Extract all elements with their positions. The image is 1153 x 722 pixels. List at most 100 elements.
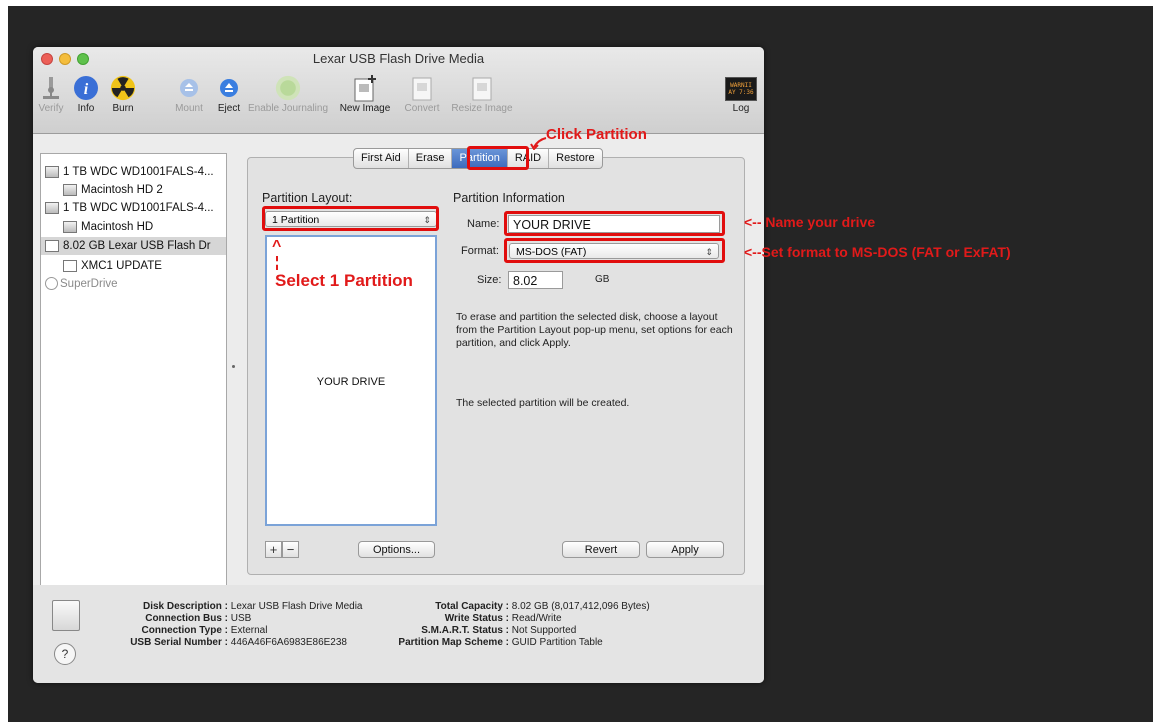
usb-drive-icon bbox=[45, 240, 59, 252]
mount-icon bbox=[176, 75, 202, 101]
sidebar-item-label: 8.02 GB Lexar USB Flash Dr bbox=[63, 240, 211, 252]
hard-disk-icon bbox=[45, 201, 59, 214]
new-image-icon bbox=[352, 75, 378, 102]
resize-image-icon bbox=[469, 75, 495, 101]
click-partition-annotation: Click Partition bbox=[546, 126, 647, 143]
sidebar-item-label: Macintosh HD bbox=[81, 220, 154, 233]
convert-label: Convert bbox=[404, 103, 440, 114]
name-label: Name: bbox=[467, 218, 500, 230]
set-format-annotation: <--Set format to MS-DOS (FAT or ExFAT) bbox=[744, 244, 1011, 260]
partition-information-label: Partition Information bbox=[453, 191, 565, 205]
add-partition-button[interactable]: + bbox=[265, 541, 282, 558]
up-arrow-annotation: ^ bbox=[272, 238, 282, 255]
superdrive-icon bbox=[45, 277, 58, 290]
format-label: Format: bbox=[461, 245, 499, 257]
info-button[interactable]: i Info bbox=[67, 69, 105, 114]
log-button[interactable]: WARNII AY 7:36 Log bbox=[723, 69, 759, 114]
write-status-value: Read/Write bbox=[511, 613, 562, 624]
partition-tab-highlight bbox=[467, 146, 529, 170]
resize-image-button[interactable]: Resize Image bbox=[447, 69, 517, 114]
convert-button[interactable]: Convert bbox=[397, 69, 447, 114]
sidebar-item-label: XMC1 UPDATE bbox=[81, 259, 162, 272]
info-label: Info bbox=[77, 103, 95, 114]
volume-icon bbox=[63, 220, 77, 233]
tab-restore[interactable]: Restore bbox=[549, 149, 602, 168]
tab-erase[interactable]: Erase bbox=[409, 149, 453, 168]
partition-status-text: The selected partition will be created. bbox=[456, 397, 630, 409]
connection-type-key: Connection Type : bbox=[141, 625, 228, 636]
new-image-button[interactable]: New Image bbox=[333, 69, 397, 114]
log-icon: WARNII AY 7:36 bbox=[725, 77, 757, 101]
mount-button[interactable]: Mount bbox=[171, 69, 207, 114]
size-field[interactable]: 8.02 bbox=[508, 271, 563, 289]
usb-serial-key: USB Serial Number : bbox=[130, 637, 228, 648]
help-button[interactable]: ? bbox=[54, 643, 76, 665]
sidebar-item-label: SuperDrive bbox=[60, 277, 118, 290]
select-partition-annotation: Select 1 Partition bbox=[275, 271, 413, 290]
sidebar-item-label: 1 TB WDC WD1001FALS-4... bbox=[63, 165, 214, 178]
sidebar-item-label: 1 TB WDC WD1001FALS-4... bbox=[63, 201, 214, 214]
smart-status-key: S.M.A.R.T. Status : bbox=[421, 625, 509, 636]
burn-button[interactable]: Burn bbox=[105, 69, 141, 114]
layout-select-highlight bbox=[262, 206, 439, 231]
log-screen-text: WARNII AY 7:36 bbox=[728, 82, 754, 96]
name-drive-annotation: <-- Name your drive bbox=[744, 214, 876, 230]
disk-description-value: Lexar USB Flash Drive Media bbox=[230, 601, 363, 612]
options-button[interactable]: Options... bbox=[358, 541, 435, 558]
volume-icon bbox=[63, 183, 77, 196]
sidebar-volume-macintosh-hd[interactable]: Macintosh HD bbox=[63, 218, 225, 235]
microscope-icon bbox=[38, 75, 64, 101]
sidebar-item-label: Macintosh HD 2 bbox=[81, 183, 163, 196]
enable-journaling-label: Enable Journaling bbox=[247, 103, 329, 114]
info-icon: i bbox=[73, 75, 99, 101]
enable-journaling-button[interactable]: Enable Journaling bbox=[239, 69, 337, 114]
svg-text:i: i bbox=[84, 81, 89, 98]
size-label: Size: bbox=[477, 274, 502, 286]
hard-disk-icon bbox=[45, 165, 59, 178]
usb-serial-value: 446A46F6A6983E86E238 bbox=[230, 637, 347, 648]
total-capacity-key: Total Capacity : bbox=[435, 601, 509, 612]
write-status-key: Write Status : bbox=[444, 613, 509, 624]
partition-help-text: To erase and partition the selected disk… bbox=[456, 311, 733, 349]
disk-description-key: Disk Description : bbox=[142, 601, 228, 612]
convert-icon bbox=[409, 75, 435, 101]
connection-bus-value: USB bbox=[230, 613, 252, 624]
total-capacity-value: 8.02 GB (8,017,412,096 Bytes) bbox=[511, 601, 650, 612]
sidebar-superdrive[interactable]: SuperDrive bbox=[45, 275, 225, 292]
format-select-highlight bbox=[504, 238, 725, 263]
name-field-highlight bbox=[504, 211, 725, 236]
disk-info-right: Total Capacity : 8.02 GB (8,017,412,096 … bbox=[369, 601, 650, 649]
connection-bus-key: Connection Bus : bbox=[145, 613, 228, 624]
mount-label: Mount bbox=[175, 103, 203, 114]
partition-map-key: Partition Map Scheme : bbox=[398, 637, 509, 648]
window-title: Lexar USB Flash Drive Media bbox=[312, 51, 485, 66]
apply-button[interactable]: Apply bbox=[646, 541, 724, 558]
journaling-icon bbox=[275, 75, 301, 101]
smart-status-value: Not Supported bbox=[511, 625, 577, 636]
log-label: Log bbox=[732, 103, 750, 114]
sidebar-volume-macintosh-hd-2[interactable]: Macintosh HD 2 bbox=[63, 181, 225, 198]
external-drive-icon bbox=[52, 600, 80, 631]
curved-arrow-icon bbox=[530, 136, 548, 155]
sidebar-volume-xmc1-update[interactable]: XMC1 UPDATE bbox=[63, 257, 225, 274]
disk-info-left: Disk Description : Lexar USB Flash Drive… bbox=[88, 601, 363, 649]
revert-button[interactable]: Revert bbox=[562, 541, 640, 558]
volume-icon bbox=[63, 259, 77, 272]
new-image-label: New Image bbox=[339, 103, 391, 114]
tab-first-aid[interactable]: First Aid bbox=[354, 149, 409, 168]
sidebar-disk-wdc-2[interactable]: 1 TB WDC WD1001FALS-4... bbox=[45, 199, 225, 216]
split-view-handle[interactable] bbox=[232, 365, 235, 368]
partition-layout-label: Partition Layout: bbox=[262, 191, 353, 205]
sidebar-disk-wdc-1[interactable]: 1 TB WDC WD1001FALS-4... bbox=[45, 163, 225, 180]
size-unit-label: GB bbox=[595, 274, 610, 285]
verify-button[interactable]: Verify bbox=[35, 69, 67, 114]
connection-type-value: External bbox=[230, 625, 268, 636]
remove-partition-button[interactable]: − bbox=[282, 541, 299, 558]
sidebar-disk-lexar[interactable]: 8.02 GB Lexar USB Flash Dr bbox=[41, 237, 226, 255]
burn-label: Burn bbox=[112, 103, 134, 114]
radiation-icon bbox=[110, 75, 136, 101]
dashed-line-icon bbox=[276, 256, 280, 270]
title-bar: Lexar USB Flash Drive Media Verify i Inf… bbox=[33, 47, 764, 134]
partition-map-value: GUID Partition Table bbox=[511, 637, 603, 648]
verify-label: Verify bbox=[38, 103, 64, 114]
